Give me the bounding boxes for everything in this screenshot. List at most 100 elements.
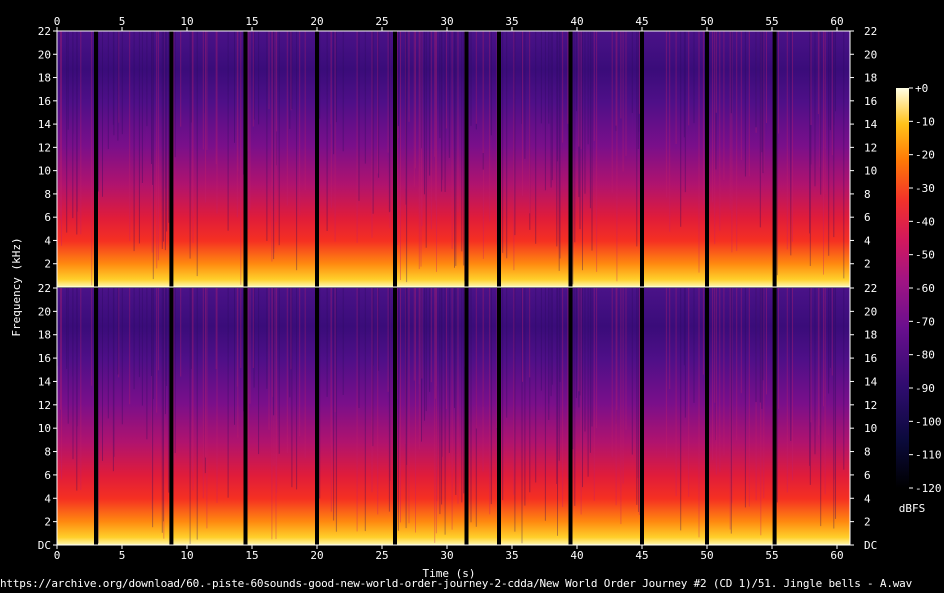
y-tick-label-right: 18 — [864, 72, 877, 85]
colorbar-tick-label: -90 — [915, 382, 935, 395]
y-tick-label-right: 2 — [864, 516, 871, 529]
x-tick-label-bottom: 0 — [54, 549, 61, 562]
colorbar-tick-label: -120 — [915, 482, 942, 495]
y-tick-label-left: 14 — [38, 118, 52, 131]
y-tick-label-right: DC — [864, 539, 877, 552]
silence-gap-5-ch1 — [393, 31, 397, 287]
x-tick-label-top: 0 — [54, 15, 61, 28]
y-tick-label-right: 12 — [864, 399, 877, 412]
colorbar-tick-label: -50 — [915, 249, 935, 262]
y-tick-label-right: 4 — [864, 492, 871, 505]
x-tick-label-top: 20 — [310, 15, 323, 28]
x-tick-label-bottom: 30 — [440, 549, 453, 562]
y-tick-label-left: 14 — [38, 375, 52, 388]
y-tick-label-right: 6 — [864, 211, 871, 224]
silence-gap-2-ch2 — [169, 288, 174, 545]
colorbar-tick-label: -70 — [915, 315, 935, 328]
y-tick-label-right: 8 — [864, 188, 871, 201]
y-tick-label-right: 20 — [864, 48, 877, 61]
x-tick-label-bottom: 50 — [700, 549, 713, 562]
colorbar-tick-label: +0 — [915, 82, 928, 95]
x-tick-label-bottom: 25 — [375, 549, 388, 562]
y-tick-label-right: 22 — [864, 282, 877, 295]
x-tick-label-top: 15 — [245, 15, 258, 28]
silence-gap-6-ch1 — [464, 31, 469, 287]
x-tick-label-bottom: 40 — [570, 549, 583, 562]
y-tick-label-left: 2 — [44, 516, 51, 529]
x-tick-label-bottom: 35 — [505, 549, 518, 562]
x-tick-label-top: 5 — [119, 15, 126, 28]
plot-area — [57, 31, 850, 545]
colorbar-tick-label: -20 — [915, 149, 935, 162]
y-tick-label-left: 20 — [38, 305, 51, 318]
silence-gap-8-ch2 — [568, 288, 573, 545]
x-tick-label-bottom: 20 — [310, 549, 323, 562]
y-tick-label-left: 10 — [38, 422, 51, 435]
x-tick-label-bottom: 15 — [245, 549, 258, 562]
silence-gap-5-ch2 — [393, 288, 397, 545]
y-tick-label-right: 16 — [864, 95, 877, 108]
y-tick-label-right: 12 — [864, 141, 877, 154]
y-tick-label-right: 4 — [864, 234, 871, 247]
silence-gap-11-ch1 — [772, 31, 777, 287]
y-tick-label-right: 10 — [864, 165, 877, 178]
y-tick-label-right: 2 — [864, 258, 871, 271]
y-tick-label-left: 10 — [38, 165, 51, 178]
y-tick-label-left: 16 — [38, 95, 51, 108]
silence-gap-9-ch1 — [640, 31, 644, 287]
y-tick-label-right: 20 — [864, 305, 877, 318]
silence-gap-10-ch1 — [705, 31, 709, 287]
silence-gap-3-ch1 — [243, 31, 248, 287]
silence-gap-10-ch2 — [705, 288, 709, 545]
y-tick-label-left: 2 — [44, 258, 51, 271]
y-tick-label-left: 12 — [38, 399, 51, 412]
colorbar-tick-label: -80 — [915, 349, 935, 362]
colorbar-tick-label: -110 — [915, 449, 942, 462]
colorbar-tick-label: -100 — [915, 415, 942, 428]
y-tick-label-left: DC — [38, 539, 51, 552]
silence-gap-9-ch2 — [640, 288, 644, 545]
x-tick-label-bottom: 60 — [830, 549, 843, 562]
y-tick-label-right: 22 — [864, 25, 877, 38]
x-tick-label-bottom: 10 — [180, 549, 193, 562]
colorbar-tick-label: -40 — [915, 215, 935, 228]
y-axis-label: Frequency (kHz) — [10, 237, 23, 336]
silence-gap-1-ch2 — [94, 288, 98, 545]
silence-gap-7-ch1 — [497, 31, 501, 287]
silence-gap-2-ch1 — [169, 31, 174, 287]
y-tick-label-left: 4 — [44, 234, 51, 247]
colorbar: +0 -10 -20 -30 -40 -50 -60 -70 -80 -90 -100 -110 -12… — [896, 82, 942, 495]
y-tick-label-right: 18 — [864, 329, 877, 342]
x-tick-label-top: 40 — [570, 15, 583, 28]
y-tick-label-left: 6 — [44, 211, 51, 224]
silence-gap-4-ch1 — [315, 31, 319, 287]
y-tick-label-left: 18 — [38, 72, 51, 85]
colorbar-gradient — [896, 88, 909, 488]
silence-gap-6-ch2 — [464, 288, 469, 545]
y-tick-label-right: 14 — [864, 118, 878, 131]
silence-gap-3-ch2 — [243, 288, 248, 545]
y-tick-label-right: 6 — [864, 469, 871, 482]
silence-gap-7-ch2 — [497, 288, 501, 545]
x-tick-label-bottom: 5 — [119, 549, 126, 562]
colorbar-tick-label: -10 — [915, 115, 935, 128]
x-tick-label-top: 50 — [700, 15, 713, 28]
silence-gap-8-ch1 — [568, 31, 573, 287]
y-tick-label-right: 14 — [864, 375, 878, 388]
x-tick-label-top: 60 — [830, 15, 843, 28]
y-tick-label-left: 16 — [38, 352, 51, 365]
spectrogram-figure: 0055101015152020252530303535404045455050… — [10, 15, 942, 580]
x-tick-label-bottom: 45 — [635, 549, 648, 562]
y-tick-label-left: 20 — [38, 48, 51, 61]
x-tick-label-top: 55 — [765, 15, 778, 28]
y-tick-label-left: 8 — [44, 188, 51, 201]
y-tick-label-left: 12 — [38, 141, 51, 154]
colorbar-tick-label: -60 — [915, 282, 935, 295]
x-tick-label-top: 45 — [635, 15, 648, 28]
x-tick-label-top: 30 — [440, 15, 453, 28]
y-tick-label-left: 18 — [38, 329, 51, 342]
y-tick-label-left: 6 — [44, 469, 51, 482]
y-tick-label-right: 10 — [864, 422, 877, 435]
silence-gap-4-ch2 — [315, 288, 319, 545]
y-tick-label-left: 22 — [38, 25, 51, 38]
